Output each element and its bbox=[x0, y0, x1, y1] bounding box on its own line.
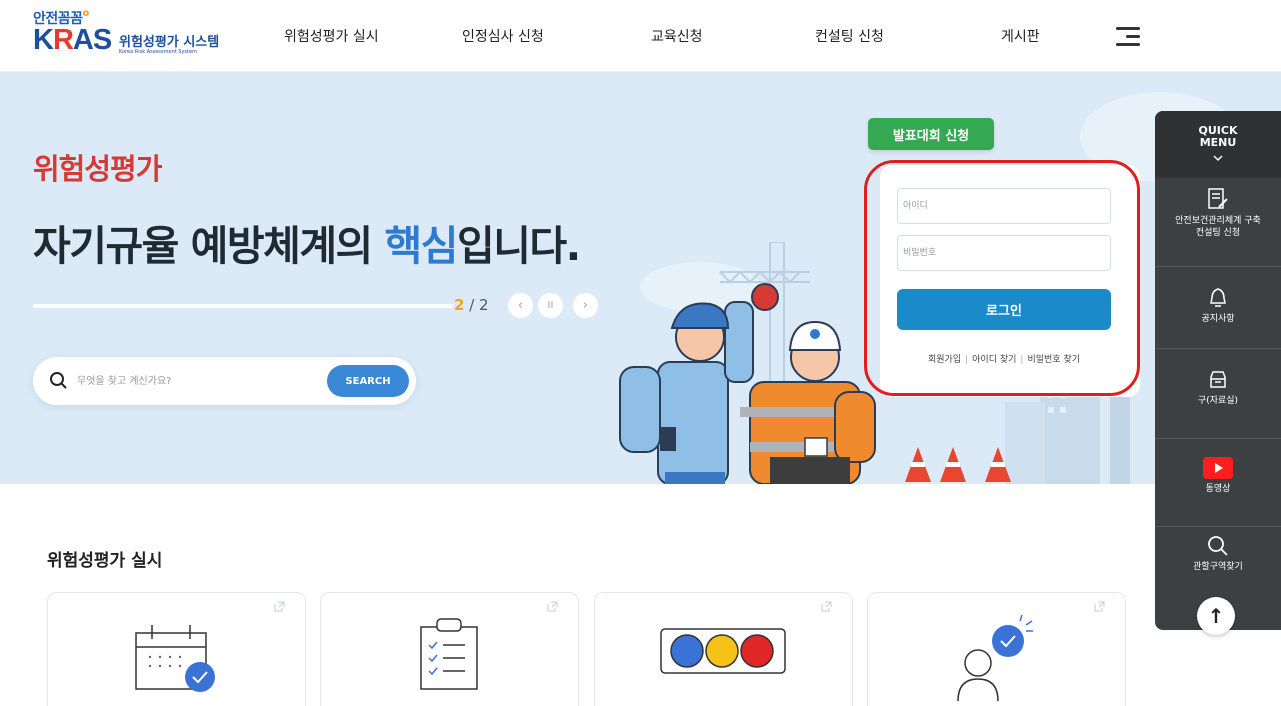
logo-wordmark: KRAS bbox=[33, 24, 112, 56]
quick-item-archive[interactable]: 구(자료실) bbox=[1155, 359, 1281, 439]
external-link-icon bbox=[1094, 601, 1105, 612]
search-button[interactable]: SEARCH bbox=[327, 365, 409, 397]
section-title: 위험성평가 실시 bbox=[47, 551, 163, 571]
find-password-link[interactable]: 비밀번호 찾기 bbox=[1027, 355, 1080, 365]
card-schedule[interactable] bbox=[47, 592, 306, 706]
calendar-check-icon bbox=[135, 625, 215, 692]
kras-logo[interactable]: 안전꼼꼼o KRAS 위험성평가 시스템 Korea Risk Assessme… bbox=[33, 8, 223, 64]
signup-link[interactable]: 회원가입 bbox=[928, 355, 961, 365]
search-bar: SEARCH bbox=[33, 357, 416, 405]
password-field[interactable] bbox=[897, 235, 1111, 271]
login-links: 회원가입 | 아이디 찾기 | 비밀번호 찾기 bbox=[927, 355, 1081, 365]
scroll-top-button[interactable]: ↑ bbox=[1197, 597, 1235, 635]
nav-risk-assessment[interactable]: 위험성평가 실시 bbox=[284, 26, 379, 46]
slide-pause-button[interactable]: II bbox=[538, 293, 563, 318]
nav-consulting[interactable]: 컨설팅 신청 bbox=[815, 26, 884, 46]
hero-title: 자기규율 예방체계의 핵심입니다. bbox=[33, 222, 581, 270]
logo-english-name: Korea Risk Assessment System bbox=[119, 49, 197, 55]
quick-menu: QUICK MENU 안전보건관리체계 구축 컨설팅 신청 공지사항 구(자료실… bbox=[1155, 111, 1281, 635]
bell-icon bbox=[1210, 288, 1226, 307]
quick-item-consulting[interactable]: 안전보건관리체계 구축 컨설팅 신청 bbox=[1155, 187, 1281, 267]
archive-icon bbox=[1210, 371, 1226, 388]
person-check-icon bbox=[957, 614, 1033, 702]
nav-education[interactable]: 교육신청 bbox=[651, 26, 703, 46]
card-person-check[interactable] bbox=[867, 592, 1126, 706]
find-id-link[interactable]: 아이디 찾기 bbox=[972, 355, 1016, 365]
external-link-icon bbox=[547, 601, 558, 612]
external-link-icon bbox=[821, 601, 832, 612]
slide-counter: 2 / 2 bbox=[454, 296, 489, 314]
user-id-field[interactable] bbox=[897, 188, 1111, 224]
nav-board[interactable]: 게시판 bbox=[1001, 26, 1040, 46]
presentation-apply-button[interactable]: 발표대회 신청 bbox=[868, 118, 994, 150]
site-header: 안전꼼꼼o KRAS 위험성평가 시스템 Korea Risk Assessme… bbox=[0, 0, 1281, 72]
traffic-light-icon bbox=[660, 628, 786, 674]
menu-hamburger-icon[interactable] bbox=[1112, 25, 1140, 47]
nav-certification[interactable]: 인정심사 신청 bbox=[462, 26, 544, 46]
slide-next-button[interactable]: › bbox=[573, 293, 598, 318]
logo-dot-icon: o bbox=[82, 8, 90, 19]
search-icon bbox=[50, 372, 67, 389]
external-link-icon bbox=[274, 601, 285, 612]
card-traffic-light[interactable] bbox=[594, 592, 853, 706]
chevron-down-icon bbox=[1213, 155, 1223, 162]
login-panel: 로그인 회원가입|아이디 찾기|비밀번호 찾기 bbox=[880, 165, 1140, 397]
document-edit-icon bbox=[1208, 188, 1228, 209]
checklist-clipboard-icon bbox=[420, 618, 478, 690]
login-button[interactable]: 로그인 bbox=[897, 289, 1111, 330]
slide-progress-fill bbox=[33, 304, 453, 308]
logo-system-name: 위험성평가 시스템 bbox=[119, 35, 220, 50]
slide-prev-button[interactable]: ‹ bbox=[508, 293, 533, 318]
quick-item-video[interactable]: 동영상 bbox=[1155, 449, 1281, 527]
quick-menu-header[interactable]: QUICK MENU bbox=[1155, 111, 1281, 178]
slide-progress-bar bbox=[33, 304, 453, 308]
quick-item-notice[interactable]: 공지사항 bbox=[1155, 277, 1281, 349]
search-icon bbox=[1208, 536, 1228, 556]
quick-item-jurisdiction[interactable]: 관할구역찾기 bbox=[1155, 535, 1281, 587]
hero-subtitle: 위험성평가 bbox=[33, 152, 162, 186]
search-input[interactable] bbox=[77, 372, 307, 390]
youtube-icon bbox=[1203, 457, 1233, 479]
card-checklist[interactable] bbox=[320, 592, 579, 706]
